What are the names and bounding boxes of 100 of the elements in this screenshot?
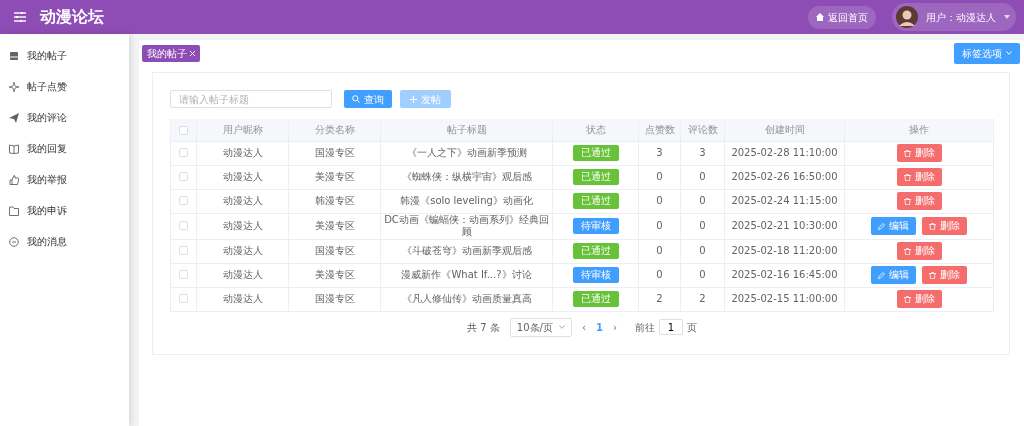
table-cell: 0 (656, 170, 663, 182)
table-cell: 2025-02-18 11:20:00 (731, 244, 838, 256)
table-cell: 2 (656, 292, 663, 304)
chat-icon (9, 236, 19, 247)
sidebar-item[interactable]: 我的回复 (0, 133, 129, 164)
table-cell: DC动画《蝙蝠侠：动画系列》经典回顾 (384, 213, 549, 237)
table-cell: 国漫专区 (314, 146, 355, 158)
table-cell: 0 (656, 219, 663, 231)
sparkle-icon (9, 81, 19, 92)
delete-button[interactable]: 删除 (896, 167, 942, 187)
table-cell: 0 (656, 244, 663, 256)
column-header: 状态 (585, 124, 606, 136)
table-cell: 动漫达人 (222, 244, 263, 256)
column-header: 创建时间 (764, 124, 805, 136)
caret-icon (1004, 15, 1010, 19)
document-icon (9, 50, 19, 61)
table-cell: 韩漫《solo leveling》动画化 (400, 194, 533, 206)
table-cell: 0 (699, 194, 706, 206)
status-tag: 已通过 (572, 144, 619, 162)
table-cell: 美漫专区 (314, 268, 355, 280)
status-tag: 待审核 (572, 266, 619, 284)
row-checkbox[interactable] (179, 172, 188, 182)
row-checkbox[interactable] (179, 294, 188, 304)
table-cell: 0 (699, 170, 706, 182)
page-size-select[interactable]: 10条/页 (509, 317, 572, 337)
page-jump-field[interactable]: 1 (658, 319, 683, 335)
home-icon (816, 13, 824, 21)
trash-icon (903, 149, 911, 157)
sidebar-item[interactable]: 我的申诉 (0, 195, 129, 226)
table-cell: 2025-02-26 16:50:00 (731, 170, 838, 182)
table-cell: 《蜘蛛侠：纵横宇宙》观后感 (401, 170, 532, 182)
table-cell: 0 (699, 268, 706, 280)
column-header: 点赞数 (644, 124, 675, 136)
table-cell: 漫威新作《What If...?》讨论 (401, 268, 532, 280)
status-tag: 已通过 (572, 242, 619, 260)
send-icon (9, 112, 19, 123)
app-title: 动漫论坛 (40, 6, 104, 28)
sidebar-item[interactable]: 我的帖子 (0, 40, 129, 71)
delete-button[interactable]: 删除 (922, 216, 967, 236)
table-cell: 《凡人修仙传》动画质量真高 (401, 292, 532, 304)
edit-button[interactable]: 编辑 (871, 216, 916, 236)
table-cell: 动漫达人 (222, 219, 263, 231)
folder-icon (9, 205, 19, 216)
delete-button[interactable]: 删除 (896, 289, 942, 309)
table-cell: 美漫专区 (314, 170, 355, 182)
row-checkbox[interactable] (179, 270, 188, 280)
table-cell: 国漫专区 (314, 292, 355, 304)
trash-icon (929, 222, 936, 230)
thumbs-up-icon (9, 174, 19, 185)
table-cell: 动漫达人 (222, 170, 263, 182)
delete-button[interactable]: 删除 (922, 265, 967, 285)
search-field[interactable]: 请输入帖子标题 (170, 90, 332, 108)
page-suffix: 页 (686, 320, 697, 335)
book-icon (9, 143, 19, 154)
table-cell: 《斗破苍穹》动画新季观后感 (401, 244, 532, 256)
table-cell: 《一人之下》动画新季预测 (406, 146, 527, 158)
status-tag: 已通过 (572, 168, 619, 186)
pencil-icon (878, 271, 885, 279)
column-header: 评论数 (687, 124, 718, 136)
row-checkbox[interactable] (179, 221, 188, 231)
table-cell: 2025-02-21 10:30:00 (731, 219, 838, 231)
table-cell: 0 (699, 244, 706, 256)
select-all-checkbox[interactable] (179, 125, 188, 135)
search-icon (352, 95, 360, 103)
table-cell: 国漫专区 (314, 244, 355, 256)
table-cell: 0 (656, 268, 663, 280)
row-checkbox[interactable] (179, 246, 188, 256)
delete-button[interactable]: 删除 (896, 191, 942, 211)
trash-icon (903, 295, 911, 303)
row-checkbox[interactable] (179, 148, 188, 158)
sidebar-item[interactable]: 我的消息 (0, 226, 129, 257)
total-count: 共 7 条 (467, 320, 500, 335)
user-menu[interactable]: 用户：动漫达人 (892, 3, 1016, 31)
status-tag: 已通过 (572, 290, 619, 308)
column-header: 帖子标题 (446, 124, 487, 136)
tag-options-button[interactable]: 标签选项 (954, 42, 1020, 64)
chevron-down-icon (1006, 51, 1012, 55)
table-cell: 动漫达人 (222, 292, 263, 304)
page-number[interactable]: 1 (595, 319, 603, 335)
sidebar-item[interactable]: 我的举报 (0, 164, 129, 195)
trash-icon (903, 197, 911, 205)
row-checkbox[interactable] (179, 196, 188, 206)
delete-button[interactable]: 删除 (896, 143, 942, 163)
home-button[interactable]: 返回首页 (808, 5, 876, 29)
sidebar-item[interactable]: 我的评论 (0, 102, 129, 133)
edit-button[interactable]: 编辑 (871, 265, 916, 285)
status-tag: 待审核 (572, 217, 619, 235)
tag[interactable]: 我的帖子 (142, 44, 201, 62)
table-cell: 美漫专区 (314, 219, 355, 231)
delete-button[interactable]: 删除 (896, 241, 942, 261)
close-icon (190, 51, 196, 56)
column-header: 操作 (909, 124, 929, 136)
previous-page-button[interactable]: ‹ (581, 319, 586, 335)
search-button[interactable]: 查询 (344, 90, 392, 108)
table-cell: 0 (699, 219, 706, 231)
pencil-icon (878, 222, 885, 230)
avatar-icon (896, 6, 918, 28)
table-cell: 2025-02-16 16:45:00 (731, 268, 838, 280)
next-page-button[interactable]: › (612, 319, 617, 335)
sidebar-item[interactable]: 帖子点赞 (0, 71, 129, 102)
